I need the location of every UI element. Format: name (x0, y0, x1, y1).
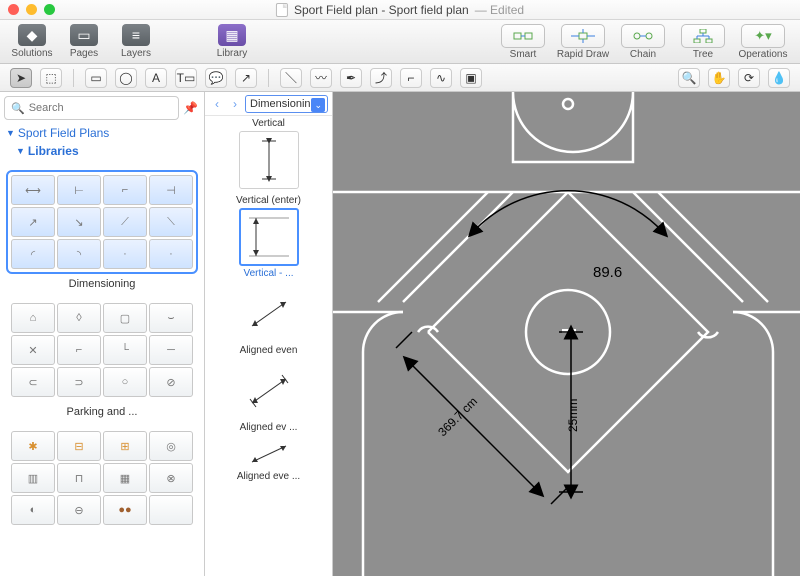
line-tool[interactable]: ＼ (280, 68, 302, 88)
text-tool[interactable]: A (145, 68, 167, 88)
connector-tool[interactable]: ⤴ (370, 68, 392, 88)
lib-third[interactable]: ✱⊟⊞◎ ▥⊓▦⊗ ◐⊖●● (6, 426, 198, 530)
angle-value: 89.6 (593, 264, 622, 281)
edited-indicator: — Edited (475, 3, 524, 17)
solutions-button[interactable]: ◆Solutions (8, 24, 56, 59)
search-icon: 🔍 (11, 102, 25, 115)
shape-aligned-even[interactable]: Aligned even (205, 283, 332, 356)
tree-libs-label: Libraries (28, 144, 79, 158)
library-search[interactable]: 🔍 (4, 96, 179, 120)
library-button[interactable]: ▦Library (208, 24, 256, 59)
eyedropper-tool[interactable]: 💧 (768, 68, 790, 88)
chain-label: Chain (630, 49, 656, 60)
main-toolbar: ◆Solutions ▭Pages ≡Layers ▦Library Smart… (0, 20, 800, 64)
rapid-draw-mode[interactable]: Rapid Draw (554, 24, 612, 60)
shape-vertical-sel-label: Vertical - ... (205, 268, 332, 279)
window-controls (8, 4, 55, 15)
tree-root-label: Sport Field Plans (18, 126, 109, 140)
document-icon (276, 3, 288, 17)
pin-icon[interactable]: 📌 (183, 101, 198, 115)
tree-label: Tree (693, 49, 713, 60)
title-text: Sport Field plan - Sport field plan (294, 3, 469, 17)
nav-forward[interactable]: › (227, 95, 243, 113)
bezier-tool[interactable]: ∿ (430, 68, 452, 88)
operations-button[interactable]: ✦▾Operations (734, 24, 792, 60)
shape-vertical-label: Vertical (205, 118, 332, 129)
tree-root[interactable]: ▼Sport Field Plans (0, 124, 204, 142)
zoom-tool[interactable]: 🔍 (678, 68, 700, 88)
lib-parking[interactable]: ⌂◊▢⌣ ✕⌐└─ ⊂⊃○⊘ Parking and ... (6, 298, 198, 418)
minimize-window[interactable] (26, 4, 37, 15)
solutions-label: Solutions (11, 48, 52, 59)
tools-toolbar: ➤ ⬚ ▭ ◯ A T▭ 💬 ↗ ＼ 〰 ✒ ⤴ ⌐ ∿ ▣ 🔍 ✋ ⟳ 💧 (0, 64, 800, 92)
shape-aligned-eve-label: Aligned eve ... (205, 471, 332, 482)
textbox-tool[interactable]: T▭ (175, 68, 197, 88)
rotate-tool[interactable]: ⟳ (738, 68, 760, 88)
smart-label: Smart (510, 49, 537, 60)
arrow-tool[interactable]: ↗ (235, 68, 257, 88)
shape-vertical-enter[interactable]: Vertical (enter) Vertical - ... (205, 195, 332, 279)
shape-vertical[interactable]: Vertical (205, 118, 332, 191)
chain-mode[interactable]: Chain (614, 24, 672, 60)
curve-tool[interactable]: 〰 (310, 68, 332, 88)
lib-parking-label: Parking and ... (6, 406, 198, 418)
operations-label: Operations (739, 49, 788, 60)
dropdown-label: Dimensioning (250, 98, 317, 110)
titlebar: Sport Field plan - Sport field plan — Ed… (0, 0, 800, 20)
zoom-window[interactable] (44, 4, 55, 15)
category-dropdown[interactable]: Dimensioning ⌄ (245, 95, 328, 113)
lib-dimensioning-label: Dimensioning (6, 278, 198, 290)
pages-button[interactable]: ▭Pages (60, 24, 108, 59)
chevron-down-icon: ⌄ (314, 100, 322, 111)
length1-value: 369.7 cm (435, 394, 480, 439)
pointer-tool[interactable]: ➤ (10, 68, 32, 88)
shape-vertical-enter-label: Vertical (enter) (205, 195, 332, 206)
ellipse-tool[interactable]: ◯ (115, 68, 137, 88)
tree-libraries[interactable]: ▼Libraries (0, 142, 204, 160)
close-window[interactable] (8, 4, 19, 15)
rectangle-tool[interactable]: ▭ (85, 68, 107, 88)
shape-browser: ‹ › Dimensioning ⌄ Vertical Vertical (en… (205, 92, 333, 576)
library-label: Library (217, 48, 248, 59)
smart-mode[interactable]: Smart (494, 24, 552, 60)
angle-connector-tool[interactable]: ⌐ (400, 68, 422, 88)
nav-back[interactable]: ‹ (209, 95, 225, 113)
field-drawing: 89.6 369.7 cm 25mm (333, 92, 800, 576)
marquee-tool[interactable]: ⬚ (40, 68, 62, 88)
pen-tool[interactable]: ✒ (340, 68, 362, 88)
shape-aligned-ev-label: Aligned ev ... (205, 422, 332, 433)
shape-aligned-eve[interactable]: Aligned eve ... (205, 437, 332, 482)
lib-dimensioning[interactable]: ⟷⊢⌐⊣ ↗↘⟋⟍ ◜◝·· Dimensioning (6, 170, 198, 290)
rapid-label: Rapid Draw (557, 49, 609, 60)
library-sidebar: 🔍 📌 ▼Sport Field Plans ▼Libraries ⟷⊢⌐⊣ ↗… (0, 92, 205, 576)
hand-tool[interactable]: ✋ (708, 68, 730, 88)
shape-aligned-even-label: Aligned even (205, 345, 332, 356)
search-input[interactable] (29, 102, 172, 114)
window-title: Sport Field plan - Sport field plan — Ed… (276, 3, 524, 17)
layers-button[interactable]: ≡Layers (112, 24, 160, 59)
shape-aligned-ev[interactable]: Aligned ev ... (205, 360, 332, 433)
pages-label: Pages (70, 48, 98, 59)
tree-mode[interactable]: Tree (674, 24, 732, 60)
length2-value: 25mm (566, 399, 580, 432)
layers-label: Layers (121, 48, 151, 59)
crop-tool[interactable]: ▣ (460, 68, 482, 88)
callout-tool[interactable]: 💬 (205, 68, 227, 88)
drawing-canvas[interactable]: 89.6 369.7 cm 25mm (333, 92, 800, 576)
